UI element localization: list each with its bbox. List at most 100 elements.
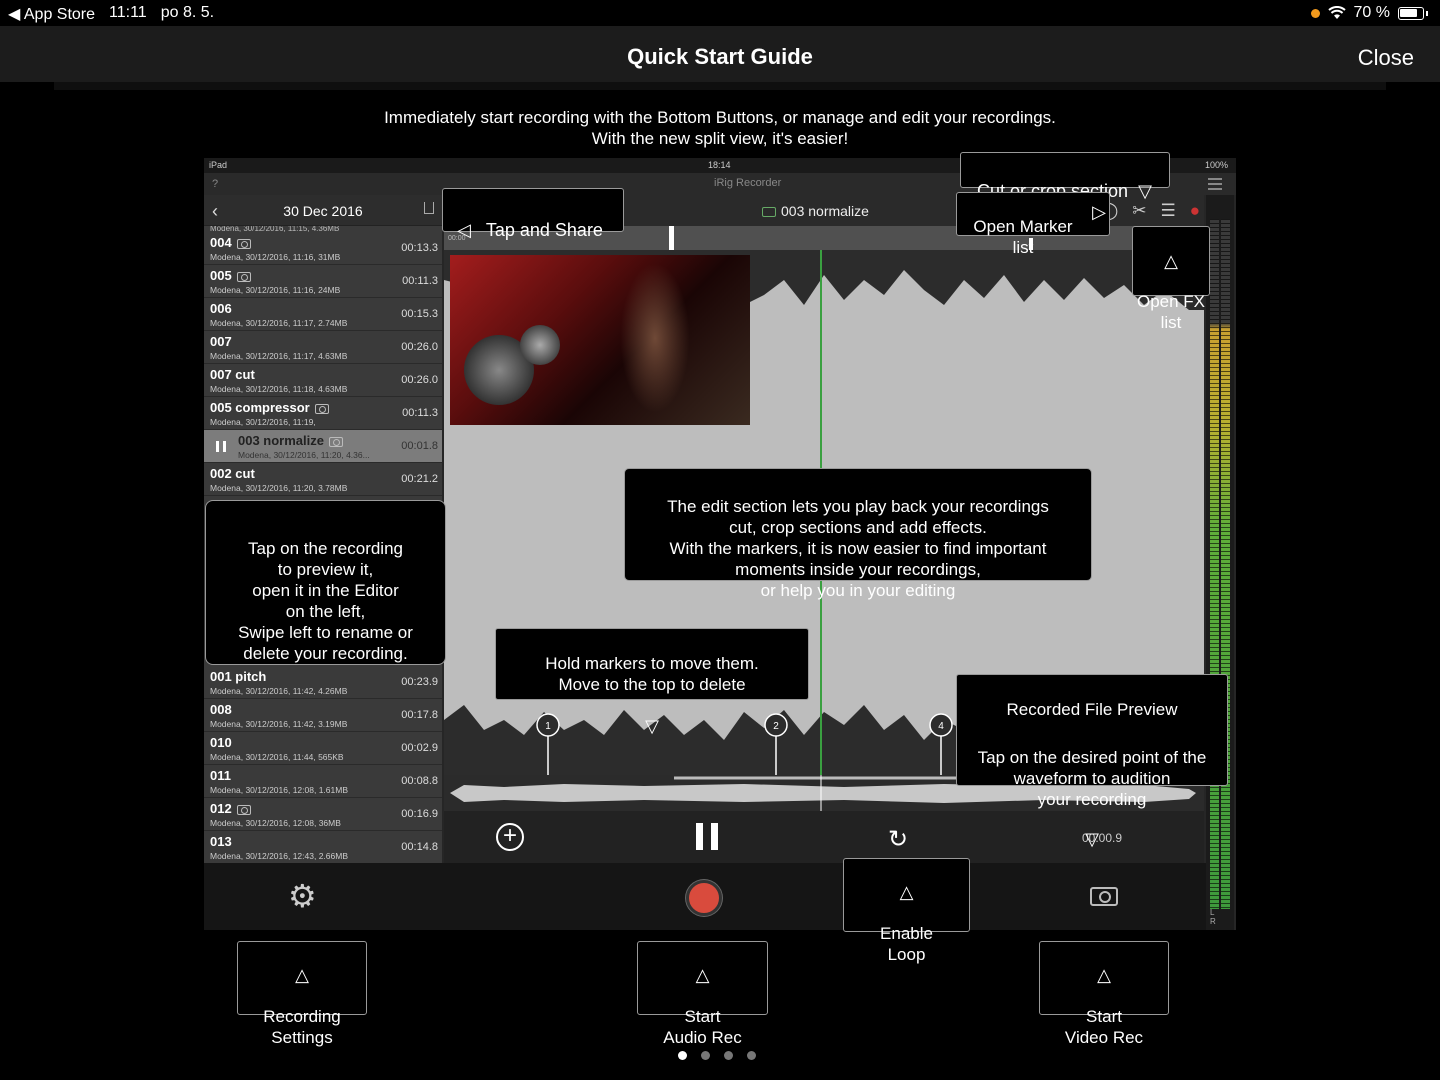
camera-icon <box>236 804 251 815</box>
recording-row[interactable]: 008 Modena, 30/12/2016, 11:42, 3.19MB 00:1… <box>204 699 442 732</box>
battery-icon <box>1398 6 1424 20</box>
recording-row[interactable]: 004 Modena, 30/12/2016, 11:16, 31MB 00:13.… <box>204 232 442 265</box>
recording-row[interactable]: 011 Modena, 30/12/2016, 12:08, 1.61MB 00:0… <box>204 765 442 798</box>
recording-meta: Modena, 30/12/2016, 11:17, 2.74MB <box>210 318 348 328</box>
camera-icon <box>329 436 343 447</box>
recording-duration: 00:26.0 <box>401 374 438 386</box>
callout-fx-list: △ Open FX list <box>1132 226 1210 332</box>
recording-meta: Modena, 30/12/2016, 11:20, 3.78MB <box>210 483 348 493</box>
triangle-down-icon: ▽ <box>1138 181 1152 201</box>
close-button[interactable]: Close <box>1358 45 1414 71</box>
recording-duration: 00:14.8 <box>401 841 438 853</box>
triangle-up-icon: △ <box>295 965 309 985</box>
recording-meta: Modena, 30/12/2016, 11:42, 4.26MB <box>210 686 348 696</box>
recording-meta: Modena, 30/12/2016, 11:16, 24MB <box>210 285 341 295</box>
recording-row[interactable]: 002 cut Modena, 30/12/2016, 11:20, 3.78MB… <box>204 463 442 496</box>
fx-sliders-icon: ☰ <box>1160 201 1176 220</box>
page-dot[interactable] <box>724 1051 733 1060</box>
recording-name: 008 <box>210 702 232 717</box>
help-icon: ? <box>212 178 219 190</box>
back-to-app-link[interactable]: ◀ App Store <box>8 4 95 24</box>
page-indicator[interactable] <box>678 1051 756 1060</box>
recording-duration: 00:01.8 <box>401 440 438 452</box>
recording-meta: Modena, 30/12/2016, 11:44, 565KB <box>210 752 344 762</box>
recording-row[interactable]: 005 Modena, 30/12/2016, 11:16, 24MB 00:11.… <box>204 265 442 298</box>
page-dot[interactable] <box>678 1051 687 1060</box>
recording-duration: 00:26.0 <box>401 341 438 353</box>
triangle-right-icon: ▷ <box>1092 202 1106 222</box>
record-button[interactable] <box>686 880 722 916</box>
camera-icon <box>236 238 251 249</box>
recording-duration: 00:11.3 <box>402 407 438 419</box>
recording-meta: Modena, 30/12/2016, 11:20, 4.36... <box>238 450 370 460</box>
app-name: iRig Recorder <box>714 177 782 189</box>
recording-duration: 00:21.2 <box>401 473 438 485</box>
wifi-icon <box>1327 6 1346 19</box>
scissors-icon: ✂ <box>1132 201 1147 220</box>
mic-indicator-icon <box>1310 8 1320 18</box>
recording-name: 011 <box>210 768 231 783</box>
pause-button[interactable] <box>696 823 718 850</box>
recording-row[interactable]: 003 normalize Modena, 30/12/2016, 11:20, … <box>204 430 442 463</box>
recording-meta: Modena, 30/12/2016, 12:08, 1.61MB <box>210 785 348 795</box>
recording-name: 003 normalize <box>238 433 343 448</box>
recording-row[interactable]: 013 Modena, 30/12/2016, 12:43, 2.66MB 00:1… <box>204 831 442 864</box>
menu-icon <box>1208 178 1222 190</box>
status-date: po 8. 5. <box>160 4 215 21</box>
page-dot[interactable] <box>747 1051 756 1060</box>
recording-row[interactable]: 006 Modena, 30/12/2016, 11:17, 2.74MB 00:1… <box>204 298 442 331</box>
recording-duration: 00:13.3 <box>401 242 438 254</box>
list-date: 30 Dec 2016 <box>283 203 363 219</box>
triangle-down-icon: ▽ <box>645 716 659 736</box>
callout-cut-crop: Cut or crop section ▽ <box>960 152 1170 201</box>
battery-percent: 70 % <box>1353 4 1390 21</box>
gear-icon[interactable]: ⚙ <box>288 877 317 915</box>
recording-meta: Modena, 30/12/2016, 11:18, 4.63MB <box>210 384 348 394</box>
recording-duration: 00:11.3 <box>402 275 438 287</box>
recording-meta: Modena, 30/12/2016, 12:43, 2.66MB <box>210 851 348 861</box>
recording-duration: 00:16.9 <box>401 808 438 820</box>
page-dot[interactable] <box>701 1051 710 1060</box>
recording-name: 007 cut <box>210 367 255 382</box>
crop-start-handle[interactable] <box>669 226 674 250</box>
recording-duration: 00:23.9 <box>401 676 438 688</box>
status-bar: ◀ App Store 11:11 po 8. 5. 70 % <box>0 0 1440 26</box>
recording-name: 007 <box>210 334 232 349</box>
triangle-left-icon: ◁ <box>457 220 471 240</box>
recording-name: 001 pitch <box>210 669 267 684</box>
recording-meta: Modena, 30/12/2016, 11:42, 3.19MB <box>210 719 348 729</box>
recording-name: 012 <box>210 801 251 816</box>
recording-name: 005 <box>210 268 251 283</box>
recording-row[interactable]: 010 Modena, 30/12/2016, 11:44, 565KB 00:02… <box>204 732 442 765</box>
marker-4[interactable]: 4 <box>929 713 953 775</box>
editor-file-name: 003 normalize <box>762 203 869 219</box>
video-camera-button[interactable] <box>1090 887 1118 906</box>
recording-name: 006 <box>210 301 232 316</box>
camera-icon <box>236 271 251 282</box>
recording-meta: Modena, 30/12/2016, 11:16, 31MB <box>210 252 341 262</box>
recording-row[interactable]: 007 Modena, 30/12/2016, 11:17, 4.63MB 00:2… <box>204 331 442 364</box>
pause-icon <box>216 441 226 452</box>
recording-row[interactable]: 012 Modena, 30/12/2016, 12:08, 36MB 00:16.… <box>204 798 442 831</box>
recording-row[interactable]: 005 compressor Modena, 30/12/2016, 11:19,… <box>204 397 442 430</box>
recording-row[interactable]: 001 pitch Modena, 30/12/2016, 11:42, 4.26… <box>204 666 442 699</box>
recording-name: 002 cut <box>210 466 255 481</box>
callout-tap-recording: Tap on the recording to preview it, open… <box>205 500 446 665</box>
recording-name: 013 <box>210 834 232 849</box>
recording-name: 010 <box>210 735 232 750</box>
record-indicator-icon: ● <box>1189 201 1200 220</box>
loop-button[interactable]: ↻ <box>888 825 908 854</box>
callout-hold-markers: Hold markers to move them. Move to the t… <box>495 628 809 736</box>
guide-header: Quick Start Guide Close <box>0 26 1440 82</box>
add-marker-button[interactable]: + <box>496 823 524 851</box>
status-time: 11:11 <box>109 4 147 21</box>
recording-row[interactable]: 007 cut Modena, 30/12/2016, 11:18, 4.63MB… <box>204 364 442 397</box>
callout-enable-loop: △ Enable Loop <box>843 858 970 964</box>
video-thumbnail[interactable] <box>450 255 750 425</box>
triangle-up-icon: △ <box>1164 251 1178 271</box>
recording-name: 005 compressor <box>210 400 329 415</box>
triangle-up-icon: △ <box>695 965 710 985</box>
camera-icon <box>314 403 329 414</box>
callout-edit-section: The edit section lets you play back your… <box>624 468 1092 600</box>
recording-duration: 00:17.8 <box>401 709 438 721</box>
